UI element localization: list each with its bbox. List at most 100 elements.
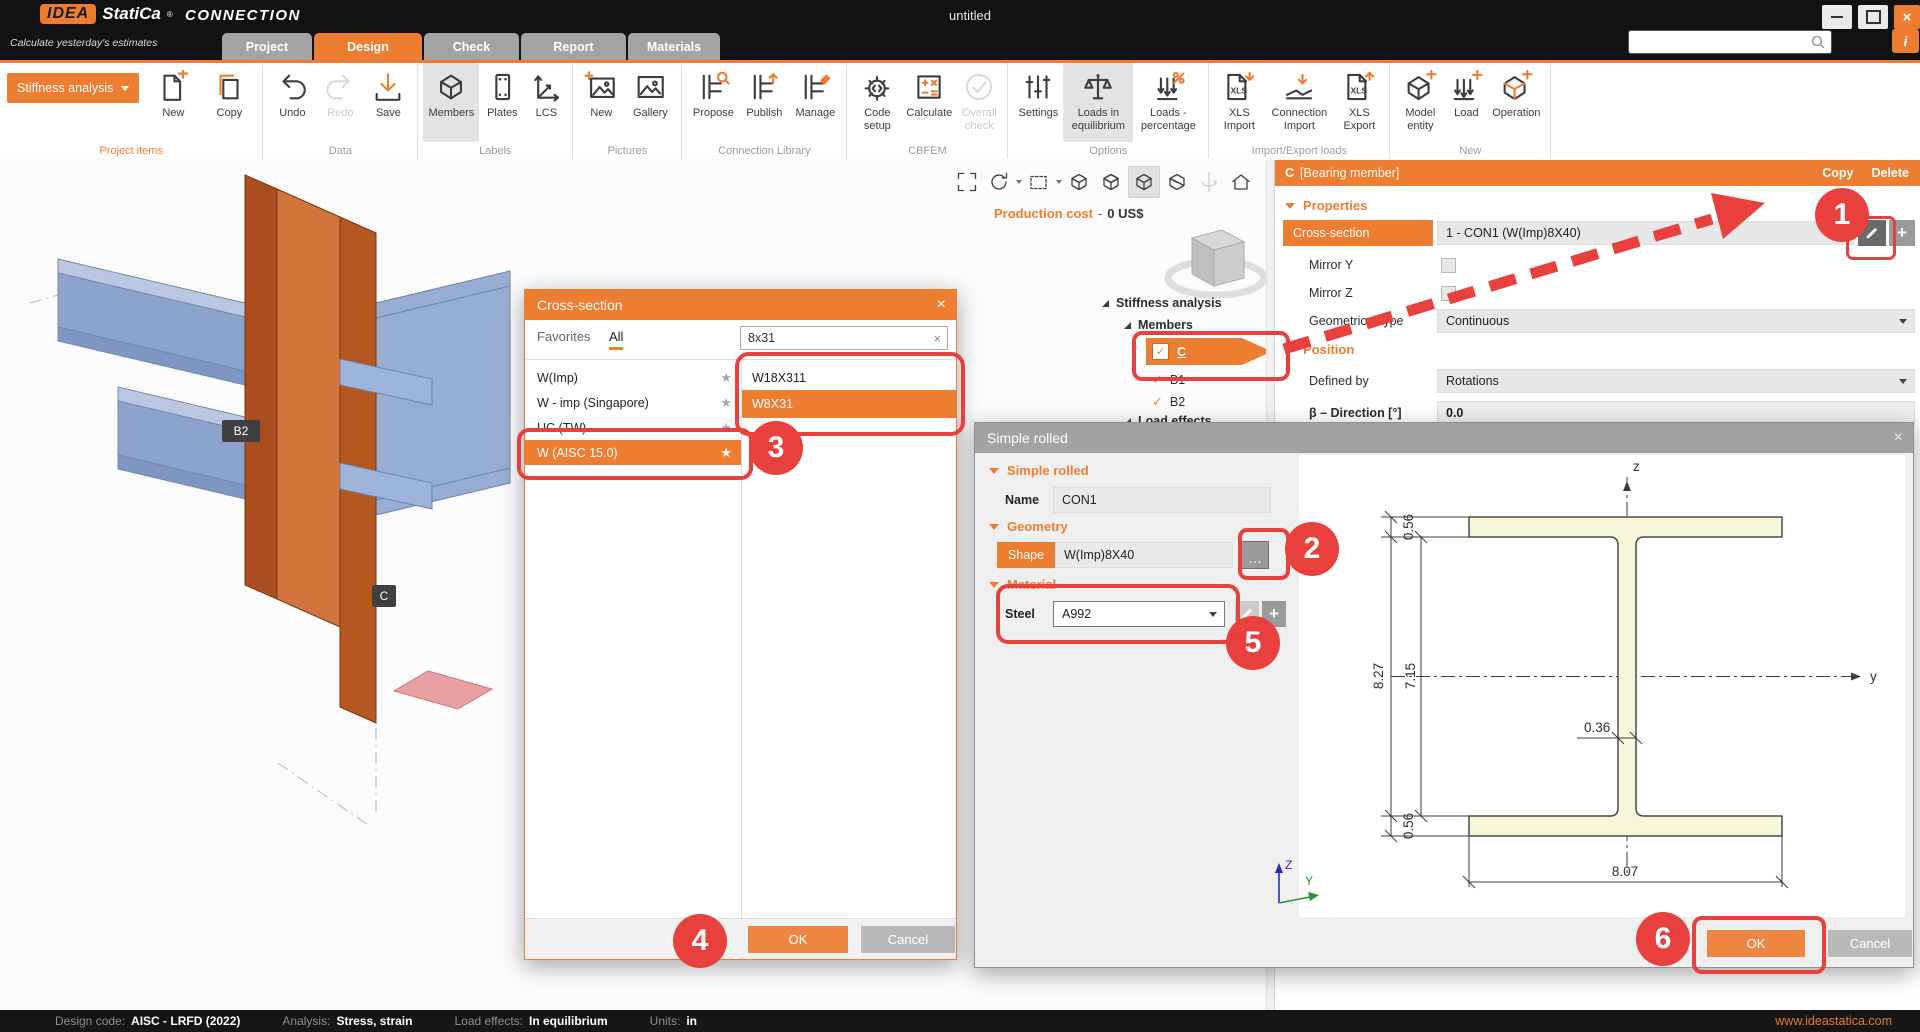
mirror-z-checkbox[interactable] <box>1441 286 1456 301</box>
cross-section-search-input[interactable] <box>741 331 933 345</box>
close-button[interactable]: × <box>1894 5 1920 29</box>
cross-section-dropdown[interactable]: 1 - CON1 (W(Imp)8X40) <box>1437 221 1854 245</box>
cancel-button[interactable]: Cancel <box>1828 930 1912 957</box>
clear-search-icon[interactable]: × <box>933 331 947 346</box>
edit-cross-section-button[interactable] <box>1858 220 1886 246</box>
dialog-close-button[interactable]: × <box>937 290 946 320</box>
lcs-button[interactable]: LCS <box>525 63 567 142</box>
stiffness-analysis-dropdown[interactable]: Stiffness analysis <box>7 73 139 103</box>
dialog-close-button[interactable]: × <box>1894 423 1903 453</box>
loads-percentage-button[interactable]: Loads - percentage <box>1133 63 1203 142</box>
checkbox-checked[interactable]: ✓ <box>1152 343 1169 360</box>
xls-export-button[interactable]: XLS XLS Export <box>1334 63 1384 142</box>
family-item-selected[interactable]: W (AISC 15.0) ★ <box>525 440 741 465</box>
plates-button[interactable]: Plates <box>479 63 525 142</box>
tree-item-member-b2[interactable]: ✓ B2 <box>1152 394 1185 410</box>
cancel-button[interactable]: Cancel <box>861 926 955 953</box>
section-simple-rolled[interactable]: Simple rolled <box>989 463 1089 478</box>
website-link[interactable]: www.ideastatica.com <box>1775 1014 1892 1028</box>
favorite-star-icon[interactable]: ★ <box>720 370 732 386</box>
expander-icon[interactable] <box>1124 322 1131 329</box>
section-properties[interactable]: Properties <box>1285 198 1367 213</box>
family-item[interactable]: W - imp (Singapore) ★ <box>525 390 741 415</box>
publish-button[interactable]: Publish <box>739 63 789 142</box>
load-button[interactable]: Load <box>1445 63 1487 142</box>
new-picture-button[interactable]: New <box>578 63 624 142</box>
defined-by-dropdown[interactable]: Rotations <box>1437 369 1915 393</box>
add-material-button[interactable]: + <box>1262 601 1286 627</box>
ok-button[interactable]: OK <box>1707 930 1805 957</box>
cross-section-search-box[interactable]: × <box>740 326 948 350</box>
model-entity-button[interactable]: Model entity <box>1395 63 1445 142</box>
zoom-fit-button[interactable] <box>952 167 982 197</box>
tab-project[interactable]: Project <box>222 33 312 60</box>
copy-member-button[interactable]: Copy <box>1822 166 1853 180</box>
section-geometry[interactable]: Geometry <box>989 519 1068 534</box>
propose-button[interactable]: Propose <box>687 63 739 142</box>
calculate-button[interactable]: Calculate <box>902 63 956 142</box>
home-view-button[interactable] <box>1226 167 1256 197</box>
undo-button[interactable]: Undo <box>268 63 316 142</box>
redo-button[interactable]: Redo <box>316 63 364 142</box>
name-input[interactable]: CON1 <box>1053 487 1271 513</box>
section-item[interactable]: W18X311 <box>742 365 956 390</box>
member-label-b2[interactable]: B2 <box>222 420 260 442</box>
member-label-c[interactable]: C <box>372 585 396 607</box>
tree-item-members[interactable]: Members <box>1124 318 1193 332</box>
tab-all[interactable]: All <box>609 329 623 350</box>
section-view-button[interactable] <box>1162 167 1192 197</box>
xls-import-button[interactable]: XLS XLS Import <box>1214 63 1264 142</box>
section-position[interactable]: Position <box>1285 342 1354 357</box>
section-item-selected[interactable]: W8X31 <box>742 390 956 418</box>
connection-import-button[interactable]: Connection Import <box>1264 63 1334 142</box>
operation-button[interactable]: Operation <box>1487 63 1545 142</box>
family-item[interactable]: UC (TW) ★ <box>525 415 741 440</box>
section-material[interactable]: Material <box>989 577 1056 592</box>
overall-check-button[interactable]: Overall check <box>956 63 1002 142</box>
code-setup-button[interactable]: Code setup <box>852 63 902 142</box>
tab-report[interactable]: Report <box>521 33 626 60</box>
info-button[interactable]: i <box>1892 29 1919 53</box>
minimize-button[interactable] <box>1822 5 1852 29</box>
favorite-star-icon[interactable]: ★ <box>720 420 732 436</box>
add-cross-section-button[interactable]: + <box>1889 220 1915 246</box>
tab-materials[interactable]: Materials <box>628 33 720 60</box>
solid-view-button[interactable] <box>1128 166 1160 198</box>
maximize-button[interactable] <box>1858 5 1888 29</box>
select-shape-button[interactable]: … <box>1241 541 1269 569</box>
tree-item-stiffness-analysis[interactable]: Stiffness analysis <box>1102 296 1222 310</box>
copy-project-item-button[interactable]: Copy <box>201 63 257 142</box>
members-button[interactable]: Members <box>423 63 479 142</box>
settings-button[interactable]: Settings <box>1013 63 1063 142</box>
spin-view-button[interactable] <box>1194 167 1224 197</box>
manage-button[interactable]: Manage <box>789 63 841 142</box>
mirror-y-checkbox[interactable] <box>1441 258 1456 273</box>
zoom-window-button[interactable] <box>1024 167 1054 197</box>
property-label: Mirror Y <box>1283 258 1433 272</box>
geometrical-type-dropdown[interactable]: Continuous <box>1437 309 1915 333</box>
save-button[interactable]: Save <box>364 63 412 142</box>
tab-check[interactable]: Check <box>424 33 519 60</box>
global-search-input[interactable] <box>1629 35 1810 49</box>
favorite-star-icon[interactable]: ★ <box>720 395 732 411</box>
tab-design[interactable]: Design <box>314 33 422 60</box>
edit-material-button[interactable] <box>1235 601 1259 627</box>
chevron-down-icon[interactable] <box>1056 180 1062 184</box>
rotate-view-button[interactable] <box>984 167 1014 197</box>
loads-in-equilibrium-button[interactable]: Loads in equilibrium <box>1063 63 1133 142</box>
tree-item-member-b1[interactable]: ✓ B1 <box>1152 372 1185 388</box>
tab-favorites[interactable]: Favorites <box>537 329 590 344</box>
new-project-item-button[interactable]: New <box>145 63 201 142</box>
gallery-button[interactable]: Gallery <box>624 63 676 142</box>
navigation-cube[interactable] <box>1164 212 1268 308</box>
steel-grade-dropdown[interactable]: A992 <box>1053 601 1225 627</box>
favorite-star-icon[interactable]: ★ <box>720 445 732 461</box>
wireframe-view-button[interactable] <box>1064 167 1094 197</box>
family-item[interactable]: W(Imp) ★ <box>525 365 741 390</box>
delete-member-button[interactable]: Delete <box>1871 166 1909 180</box>
chevron-down-icon[interactable] <box>1016 180 1022 184</box>
ok-button[interactable]: OK <box>748 926 848 953</box>
expander-icon[interactable] <box>1102 300 1109 307</box>
shaded-wireframe-view-button[interactable] <box>1096 167 1126 197</box>
global-search-box[interactable] <box>1628 30 1832 54</box>
